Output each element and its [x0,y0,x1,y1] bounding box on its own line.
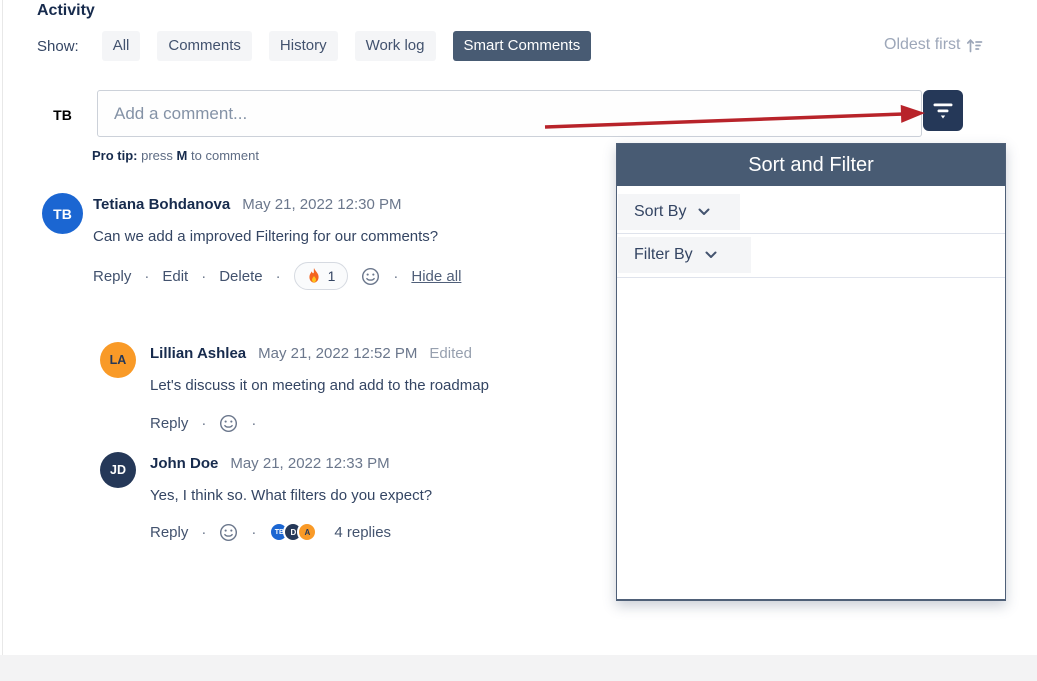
activity-filter-bar: Show: All Comments History Work log Smar… [37,31,591,61]
sort-and-filter-popup: Sort and Filter Sort By Filter By [616,143,1006,601]
pro-tip-key: M [177,148,188,163]
reply-author: John Doe [150,455,218,472]
add-reaction-button[interactable] [361,267,380,286]
tab-comments[interactable]: Comments [157,31,252,61]
popup-divider [617,233,1005,234]
filter-by-label: Filter By [634,246,693,264]
reaction-count: 1 [328,268,336,284]
pro-tip-rest: to comment [191,148,259,163]
separator-dot: · [393,268,398,285]
reply-timestamp: May 21, 2022 12:33 PM [230,455,389,472]
popup-divider [617,277,1005,278]
separator-dot: · [201,268,206,285]
thread-participants[interactable]: TB D A [269,522,317,542]
reply-link[interactable]: Reply [93,268,131,285]
comment-header: Tetiana Bohdanova May 21, 2022 12:30 PM [93,196,402,213]
tab-smart-comments[interactable]: Smart Comments [453,31,592,61]
filter-by-dropdown[interactable]: Filter By [618,237,751,273]
pro-tip-lead: Pro tip: [92,148,138,163]
comments-filter-button[interactable] [923,90,963,131]
reply-body: Let's discuss it on meeting and add to t… [150,377,489,394]
separator-dot: · [276,268,281,285]
tab-work-log[interactable]: Work log [355,31,436,61]
sort-by-dropdown[interactable]: Sort By [618,194,740,230]
reply-actions: Reply · · TB D A 4 replies [150,519,391,545]
footer-band [0,655,1037,681]
fire-reaction-pill[interactable]: 1 [294,262,349,290]
avatar: TB [42,193,83,234]
reply-link[interactable]: Reply [150,524,188,541]
smiley-icon [219,414,238,433]
reply-header: John Doe May 21, 2022 12:33 PM [150,455,390,472]
chevron-down-icon [705,251,717,259]
smiley-icon [219,523,238,542]
separator-dot: · [201,524,206,541]
filter-icon [932,101,954,120]
sort-by-label: Sort By [634,203,686,221]
reply-author: Lillian Ashlea [150,345,246,362]
reply-link[interactable]: Reply [150,415,188,432]
page-title: Activity [37,2,95,20]
sort-ascending-icon [966,37,983,54]
edited-badge: Edited [429,345,472,362]
comment-author: Tetiana Bohdanova [93,196,230,213]
separator-dot: · [251,524,256,541]
separator-dot: · [251,415,256,432]
comment-body: Can we add a improved Filtering for our … [93,228,438,245]
tab-all[interactable]: All [102,31,141,61]
popup-title: Sort and Filter [617,144,1005,186]
reply-header: Lillian Ashlea May 21, 2022 12:52 PM Edi… [150,345,472,362]
comment-timestamp: May 21, 2022 12:30 PM [242,196,401,213]
delete-link[interactable]: Delete [219,268,262,285]
hide-all-link[interactable]: Hide all [411,268,461,285]
mini-avatar: A [297,522,317,542]
avatar: LA [100,342,136,378]
pane-divider [2,0,3,655]
pro-tip: Pro tip: press M to comment [92,148,259,163]
show-label: Show: [37,38,79,55]
current-user-avatar: TB [42,94,83,135]
smiley-icon [361,267,380,286]
sort-order-toggle[interactable]: Oldest first [884,36,983,54]
reply-timestamp: May 21, 2022 12:52 PM [258,345,417,362]
activity-panel: Activity Show: All Comments History Work… [0,0,1037,681]
separator-dot: · [201,415,206,432]
tab-history[interactable]: History [269,31,338,61]
sort-order-label: Oldest first [884,36,960,54]
reply-actions: Reply · · [150,411,256,435]
separator-dot: · [144,268,149,285]
comment-actions: Reply · Edit · Delete · 1 · [93,261,461,291]
chevron-down-icon [698,208,710,216]
add-comment-input[interactable] [97,90,922,137]
pro-tip-press: press [141,148,173,163]
avatar: JD [100,452,136,488]
fire-icon [307,268,321,284]
add-reaction-button[interactable] [219,414,238,433]
edit-link[interactable]: Edit [162,268,188,285]
reply-body: Yes, I think so. What filters do you exp… [150,487,432,504]
thread-replies-link[interactable]: 4 replies [334,524,391,541]
add-reaction-button[interactable] [219,523,238,542]
